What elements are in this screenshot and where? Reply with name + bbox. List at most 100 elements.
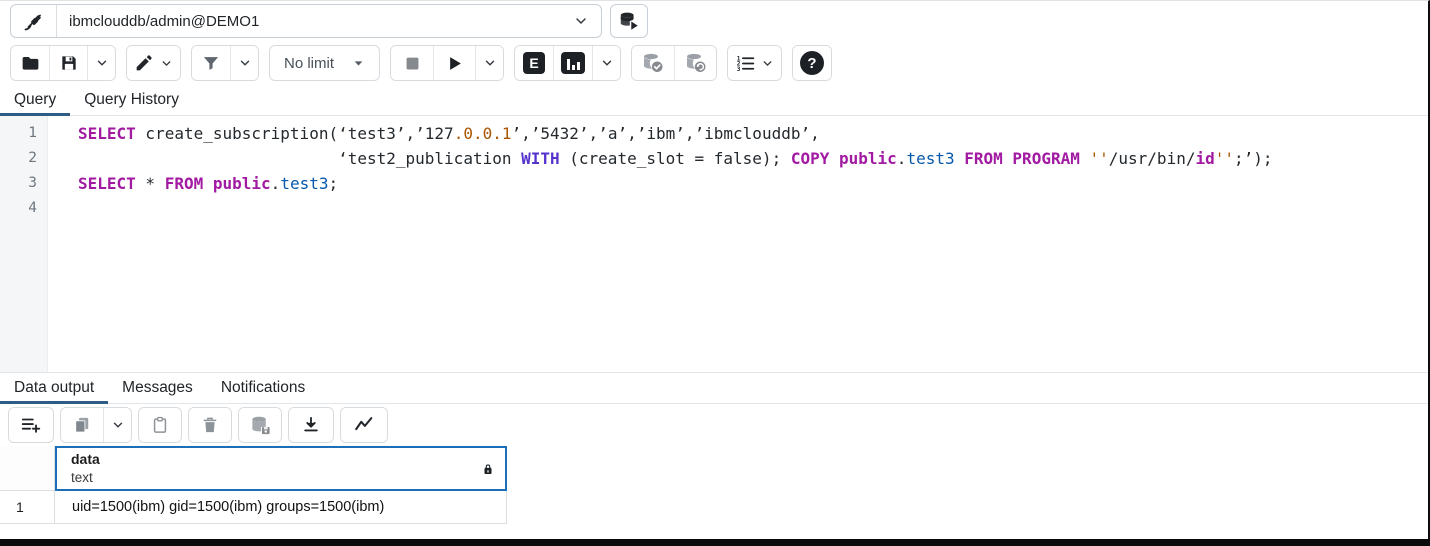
line-number: 1 [0, 121, 37, 146]
grid-row-1: 1 uid=1500(ibm) gid=1500(ibm) groups=150… [0, 491, 1428, 524]
output-tab-row: Data output Messages Notifications [0, 372, 1428, 404]
pgadmin-query-tool: ibmclouddb/admin@DEMO1 [0, 0, 1430, 546]
macro-list-icon: 123 [735, 53, 756, 74]
column-type: text [71, 469, 481, 487]
row-limit-value: No limit [284, 55, 334, 72]
row-data-cell[interactable]: uid=1500(ibm) gid=1500(ibm) groups=1500(… [55, 491, 507, 524]
add-row-group [8, 407, 54, 443]
copy-options-dropdown[interactable] [103, 408, 131, 442]
new-connection-button[interactable] [610, 4, 648, 38]
filter-button[interactable] [192, 46, 230, 80]
save-options-dropdown[interactable] [87, 46, 115, 80]
svg-text:3: 3 [737, 65, 741, 72]
database-connection-icon [618, 10, 640, 32]
play-icon [445, 54, 464, 73]
delete-group [188, 407, 232, 443]
graph-group [340, 407, 388, 443]
file-group [10, 45, 116, 81]
pencil-icon [134, 53, 154, 73]
add-row-icon [20, 414, 42, 436]
connection-selector[interactable]: ibmclouddb/admin@DEMO1 [57, 5, 601, 37]
execute-group [390, 45, 504, 81]
explain-options-dropdown[interactable] [592, 46, 620, 80]
line-number-gutter: 1234 [0, 116, 48, 372]
paste-icon [150, 415, 170, 435]
tab-query[interactable]: Query [0, 85, 70, 115]
commit-button[interactable] [632, 46, 674, 80]
connection-group: ibmclouddb/admin@DEMO1 [10, 4, 602, 38]
chevron-down-icon [573, 13, 589, 29]
help-button[interactable]: ? [793, 46, 831, 80]
execute-button[interactable] [433, 46, 475, 80]
query-toolbar: No limit E [0, 41, 1428, 85]
copy-button[interactable] [61, 408, 103, 442]
save-icon [59, 53, 79, 73]
save-data-changes-button[interactable] [239, 408, 281, 442]
line-number: 3 [0, 171, 37, 196]
folder-icon [20, 53, 41, 74]
explain-group: E [514, 45, 621, 81]
line-number: 4 [0, 196, 37, 221]
edit-menu-button[interactable] [127, 46, 180, 80]
download-results-button[interactable] [289, 408, 333, 442]
code-line [78, 196, 1428, 221]
query-tab-row: Query Query History [0, 85, 1428, 116]
transaction-group [631, 45, 717, 81]
connection-status-icon [11, 5, 57, 37]
copy-icon [72, 415, 92, 435]
row-limit-selector[interactable]: No limit [269, 45, 380, 81]
stop-button[interactable] [391, 46, 433, 80]
trash-icon [200, 415, 220, 435]
copy-group [60, 407, 132, 443]
tab-notifications[interactable]: Notifications [207, 373, 319, 403]
results-grid: data text 1 uid=1500(ibm) gid=1500(ibm) … [0, 446, 1428, 539]
download-icon [301, 415, 321, 435]
paste-group [138, 407, 182, 443]
execute-options-dropdown[interactable] [475, 46, 503, 80]
line-number: 2 [0, 146, 37, 171]
chevron-down-icon [95, 56, 109, 70]
code-line: SELECT * FROM public.test3; [78, 171, 1428, 196]
grid-header-row: data text [0, 446, 1428, 491]
tab-data-output[interactable]: Data output [0, 373, 108, 403]
grid-corner-cell[interactable] [0, 446, 55, 491]
chevron-down-icon [761, 57, 774, 70]
edit-group [126, 45, 181, 81]
column-header-data[interactable]: data text [55, 446, 507, 491]
database-save-icon [249, 414, 272, 437]
macro-group: 123 [727, 45, 782, 81]
row-number-cell[interactable]: 1 [0, 491, 55, 524]
paste-button[interactable] [139, 408, 181, 442]
download-group [288, 407, 334, 443]
code-line: ‘test2_publication WITH (create_slot = f… [78, 146, 1428, 171]
lock-icon [481, 462, 495, 476]
data-output-toolbar [0, 404, 1428, 446]
filter-options-dropdown[interactable] [230, 46, 258, 80]
connection-selector-value: ibmclouddb/admin@DEMO1 [69, 13, 573, 30]
column-name: data [71, 450, 481, 469]
sql-editor[interactable]: 1234 SELECT create_subscription(‘test3’,… [0, 116, 1428, 372]
open-file-button[interactable] [11, 46, 49, 80]
save-file-button[interactable] [49, 46, 87, 80]
filter-group [191, 45, 259, 81]
explain-analyze-button[interactable] [553, 46, 592, 80]
caret-down-icon [352, 57, 365, 70]
filter-icon [201, 53, 221, 73]
tab-messages[interactable]: Messages [108, 373, 207, 403]
rollback-button[interactable] [674, 46, 716, 80]
chevron-down-icon [160, 57, 173, 70]
explain-icon: E [523, 52, 545, 74]
tab-query-history[interactable]: Query History [70, 85, 193, 115]
chevron-down-icon [111, 418, 125, 432]
delete-row-button[interactable] [189, 408, 231, 442]
line-chart-icon [353, 414, 375, 436]
connection-bar: ibmclouddb/admin@DEMO1 [0, 1, 1428, 41]
explain-analyze-icon [561, 52, 585, 74]
add-row-button[interactable] [9, 408, 53, 442]
database-rollback-icon [684, 51, 708, 75]
macro-menu-button[interactable]: 123 [728, 46, 781, 80]
chevron-down-icon [600, 56, 614, 70]
code-lines[interactable]: SELECT create_subscription(‘test3’,’127.… [48, 116, 1428, 372]
graph-visualiser-button[interactable] [341, 408, 387, 442]
explain-button[interactable]: E [515, 46, 553, 80]
